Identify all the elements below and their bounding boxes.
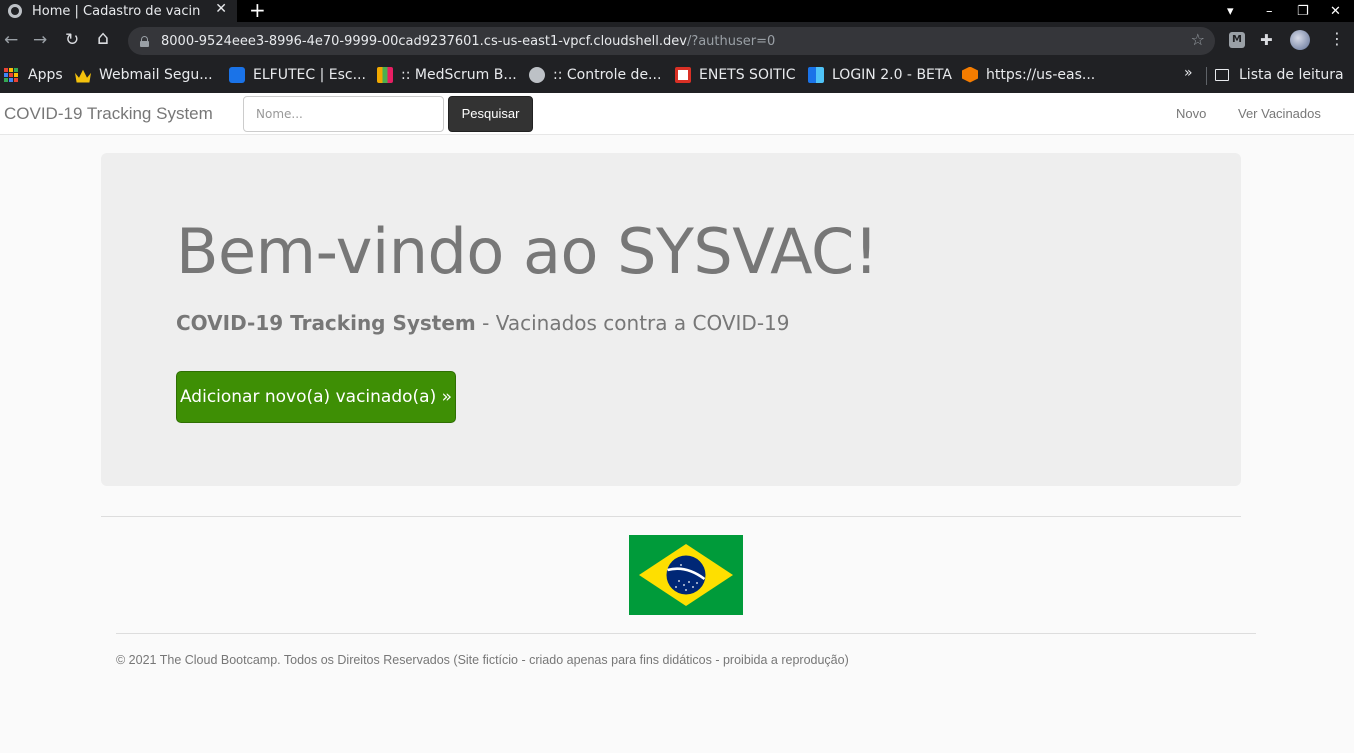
crown-icon: [75, 69, 91, 83]
globe-icon: [8, 4, 22, 18]
tab-strip: Home | Cadastro de vacin ✕ + ▾ – ❐ ✕: [0, 0, 1354, 22]
bookmarks-divider: [1206, 67, 1207, 85]
welcome-jumbotron: Bem-vindo ao SYSVAC! COVID-19 Tracking S…: [101, 153, 1241, 486]
new-tab-button[interactable]: +: [249, 0, 266, 22]
back-button[interactable]: ←: [4, 30, 18, 50]
browser-toolbar: ← → ↻ ⌂ 8000-9524eee3-8996-4e70-9999-00c…: [0, 22, 1354, 60]
bookmark-login[interactable]: LOGIN 2.0 - BETA: [808, 60, 952, 89]
bookmark-label: LOGIN 2.0 - BETA: [832, 66, 952, 83]
address-bar[interactable]: 8000-9524eee3-8996-4e70-9999-00cad923760…: [128, 27, 1215, 55]
extensions-puzzle-icon[interactable]: ✚: [1260, 31, 1273, 49]
tab-title: Home | Cadastro de vacin: [32, 3, 201, 19]
apps-grid-icon: [4, 67, 18, 82]
footer-copyright: © 2021 The Cloud Bootcamp. Todos os Dire…: [116, 653, 849, 667]
bookmark-apps[interactable]: Apps: [4, 60, 63, 89]
navbar-brand[interactable]: COVID-19 Tracking System: [4, 104, 213, 124]
bookmark-label: Webmail Segu...: [99, 66, 213, 83]
minimize-button[interactable]: –: [1266, 0, 1273, 22]
globe-icon: [529, 66, 545, 83]
extension-m-icon[interactable]: M: [1229, 32, 1245, 48]
bookmarks-overflow-icon[interactable]: »: [1184, 65, 1193, 81]
nav-link-novo[interactable]: Novo: [1176, 106, 1206, 121]
lock-icon[interactable]: [140, 35, 149, 47]
tab-close-icon[interactable]: ✕: [215, 1, 227, 17]
search-button[interactable]: Pesquisar: [448, 96, 533, 132]
bookmark-controle[interactable]: :: Controle de...: [529, 60, 661, 89]
bookmark-label: ELFUTEC | Esc...: [253, 66, 366, 83]
bookmark-label: :: Controle de...: [553, 66, 662, 83]
page-subtitle: COVID-19 Tracking System - Vacinados con…: [176, 311, 790, 335]
app-navbar: COVID-19 Tracking System Nome... Pesquis…: [0, 93, 1354, 135]
login-icon: [808, 66, 824, 83]
bookmark-medscrum[interactable]: :: MedScrum B...: [377, 60, 517, 89]
browser-tab[interactable]: Home | Cadastro de vacin ✕: [0, 0, 237, 22]
bookmark-us-east[interactable]: https://us-eas...: [962, 60, 1095, 89]
profile-avatar[interactable]: [1290, 30, 1310, 50]
reading-list-button[interactable]: Lista de leitura: [1215, 60, 1344, 89]
bookmark-star-icon[interactable]: ☆: [1191, 30, 1205, 49]
forward-button[interactable]: →: [33, 30, 47, 50]
tab-search-icon[interactable]: ▾: [1227, 0, 1234, 22]
url-text[interactable]: 8000-9524eee3-8996-4e70-9999-00cad923760…: [161, 34, 775, 49]
reload-button[interactable]: ↻: [65, 30, 79, 50]
add-vaccinated-button[interactable]: Adicionar novo(a) vacinado(a) »: [176, 371, 456, 423]
nav-link-ver-vacinados[interactable]: Ver Vacinados: [1238, 106, 1321, 121]
bookmark-label: Apps: [28, 66, 63, 83]
enets-icon: [675, 66, 691, 83]
footer-divider: [116, 633, 1256, 634]
bookmarks-bar: Apps Webmail Segu... ELFUTEC | Esc... ::…: [0, 60, 1354, 93]
cube-icon: [962, 66, 978, 83]
divider: [101, 516, 1241, 517]
browser-menu-icon[interactable]: ⋮: [1329, 29, 1345, 48]
bookmark-label: ENETS SOITIC: [699, 66, 796, 83]
brazil-flag-image: [629, 535, 743, 615]
elfutec-icon: [229, 66, 245, 83]
bookmark-webmail[interactable]: Webmail Segu...: [75, 60, 213, 89]
restore-button[interactable]: ❐: [1297, 0, 1309, 22]
search-input[interactable]: Nome...: [243, 96, 444, 132]
reading-list-label: Lista de leitura: [1239, 66, 1344, 83]
page-title: Bem-vindo ao SYSVAC!: [176, 215, 879, 288]
reading-list-icon: [1215, 68, 1229, 81]
bookmark-elfutec[interactable]: ELFUTEC | Esc...: [229, 60, 366, 89]
bookmark-label: :: MedScrum B...: [401, 66, 517, 83]
close-window-button[interactable]: ✕: [1330, 0, 1341, 22]
medscrum-icon: [377, 66, 393, 83]
bookmark-label: https://us-eas...: [986, 66, 1096, 83]
home-button[interactable]: ⌂: [97, 28, 109, 48]
bookmark-enets[interactable]: ENETS SOITIC: [675, 60, 796, 89]
